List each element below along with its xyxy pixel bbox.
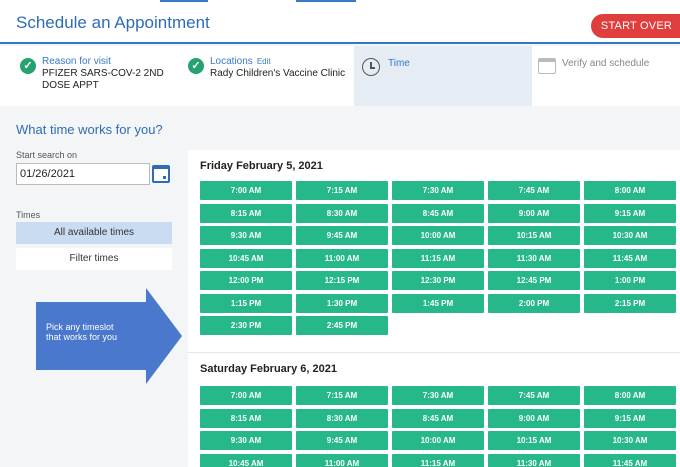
step-reason-value-line2: DOSE APPT [42,80,99,91]
timeslot-button[interactable]: 8:15 AM [200,203,292,223]
timeslot-button[interactable]: 12:15 PM [296,271,388,290]
step-reason-label: Reason for visit [42,56,111,67]
timeslot-button[interactable]: 9:00 AM [488,203,580,223]
filter-times-button[interactable]: Filter times [16,248,172,270]
section-heading: What time works for you? [16,122,163,137]
timeslot-button[interactable]: 12:30 PM [392,271,484,290]
check-icon: ✓ [20,58,36,74]
step-locations: ✓ Locations Edit Rady Children's Vaccine … [188,46,352,106]
day-title: Friday February 5, 2021 [200,160,323,172]
timeslot-button[interactable]: 7:00 AM [200,181,292,200]
step-verify: Verify and schedule [532,46,680,106]
timeslot-button[interactable]: 10:30 AM [584,226,676,245]
step-locations-label-text: Locations [210,56,253,67]
step-verify-label: Verify and schedule [562,58,650,69]
timeslot-button[interactable]: 1:30 PM [296,293,388,313]
timeslot-button[interactable]: 7:45 AM [488,181,580,200]
timeslot-button[interactable]: 2:45 PM [296,316,388,335]
header: Schedule an Appointment START OVER [0,4,680,44]
timeslot-panel: Friday February 5, 2021 7:00 AM 7:15 AM 7:… [188,150,680,467]
progress-steps: ✓ Reason for visit PFIZER SARS-COV-2 2ND… [0,46,680,106]
edit-location-link[interactable]: Edit [257,57,271,66]
timeslot-button[interactable]: 9:45 AM [296,431,388,450]
callout-text: Pick any timeslot that works for you [46,322,118,342]
calendar-icon [538,58,556,74]
timeslot-button[interactable]: 10:15 AM [488,431,580,450]
day-divider [188,352,680,353]
calendar-icon[interactable] [152,165,170,183]
timeslot-button[interactable]: 7:00 AM [200,386,292,405]
step-reason-value-line1: PFIZER SARS-COV-2 2ND [42,68,164,79]
timeslot-button[interactable]: 8:15 AM [200,408,292,428]
timeslot-button[interactable]: 10:15 AM [488,226,580,245]
timeslot-button[interactable]: 12:00 PM [200,271,292,290]
top-tab-indicator [296,0,356,2]
times-label: Times [16,210,41,220]
timeslot-button[interactable]: 11:00 AM [296,248,388,268]
page-title: Schedule an Appointment [16,13,210,32]
timeslot-button[interactable]: 1:15 PM [200,293,292,313]
start-date-input[interactable]: 01/26/2021 [16,163,150,185]
step-reason: ✓ Reason for visit PFIZER SARS-COV-2 2ND… [20,46,180,106]
timeslot-button[interactable]: 9:15 AM [584,203,676,223]
timeslot-button[interactable]: 10:00 AM [392,226,484,245]
start-over-button[interactable]: START OVER [590,14,680,38]
timeslot-button[interactable]: 9:00 AM [488,408,580,428]
timeslot-button[interactable]: 11:00 AM [296,453,388,467]
timeslot-button[interactable]: 9:30 AM [200,226,292,245]
timeslot-button[interactable]: 10:00 AM [392,431,484,450]
step-locations-label: Locations Edit [210,56,271,67]
step-locations-value: Rady Children's Vaccine Clinic [210,68,346,79]
timeslot-button[interactable]: 10:45 AM [200,453,292,467]
timeslot-button[interactable]: 11:15 AM [392,248,484,268]
timeslot-button[interactable]: 9:30 AM [200,431,292,450]
timeslot-button[interactable]: 10:45 AM [200,248,292,268]
top-tab-indicator [160,0,208,2]
timeslot-button[interactable]: 8:30 AM [296,203,388,223]
timeslot-button[interactable]: 2:30 PM [200,316,292,335]
timeslot-button[interactable]: 8:30 AM [296,408,388,428]
search-sidebar: Start search on 01/26/2021 Times All ava… [16,150,176,270]
timeslot-button[interactable]: 9:45 AM [296,226,388,245]
timeslot-button[interactable]: 7:30 AM [392,181,484,200]
timeslot-button[interactable]: 11:45 AM [584,248,676,268]
timeslot-button[interactable]: 1:45 PM [392,293,484,313]
timeslot-button[interactable]: 8:45 AM [392,203,484,223]
all-times-button[interactable]: All available times [16,222,172,244]
day-title: Saturday February 6, 2021 [200,363,337,375]
timeslot-button[interactable]: 7:15 AM [296,181,388,200]
check-icon: ✓ [188,58,204,74]
timeslot-button[interactable]: 11:15 AM [392,453,484,467]
step-time: Time [354,46,532,106]
clock-icon [362,58,380,76]
step-reason-value: PFIZER SARS-COV-2 2ND DOSE APPT [42,68,164,92]
timeslot-button[interactable]: 8:00 AM [584,181,676,200]
step-time-label: Time [388,58,410,69]
timeslot-button[interactable]: 10:30 AM [584,431,676,450]
timeslot-button[interactable]: 2:00 PM [488,293,580,313]
timeslot-button[interactable]: 7:30 AM [392,386,484,405]
timeslot-button[interactable]: 11:30 AM [488,453,580,467]
timeslot-button[interactable]: 1:00 PM [584,271,676,290]
start-search-label: Start search on [16,150,78,160]
timeslot-button[interactable]: 9:15 AM [584,408,676,428]
timeslot-button[interactable]: 7:15 AM [296,386,388,405]
timeslot-button[interactable]: 11:45 AM [584,453,676,467]
timeslot-button[interactable]: 7:45 AM [488,386,580,405]
timeslot-button[interactable]: 12:45 PM [488,271,580,290]
timeslot-button[interactable]: 2:15 PM [584,293,676,313]
timeslot-button[interactable]: 8:00 AM [584,386,676,405]
timeslot-button[interactable]: 8:45 AM [392,408,484,428]
timeslot-button[interactable]: 11:30 AM [488,248,580,268]
